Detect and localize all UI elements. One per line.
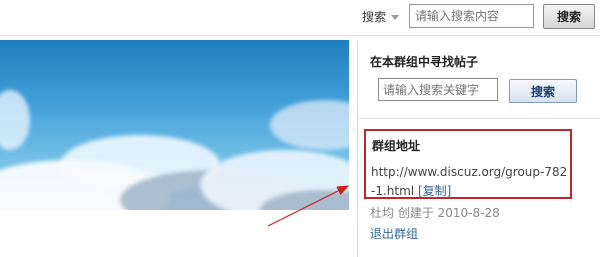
- annotation-arrow-icon: [267, 185, 350, 227]
